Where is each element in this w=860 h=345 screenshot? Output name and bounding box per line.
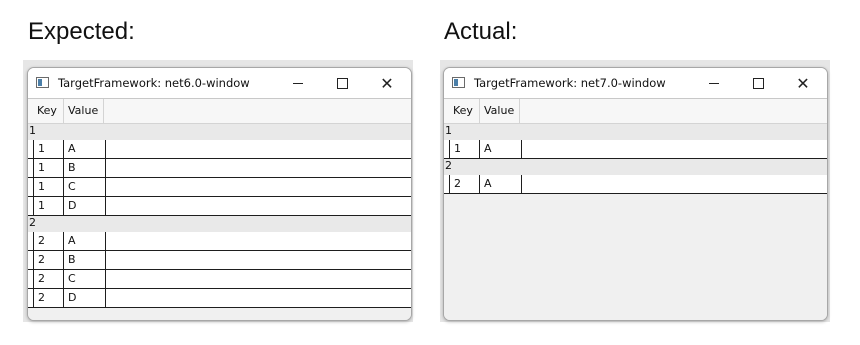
table-row[interactable]: 2C xyxy=(28,270,411,289)
key-cell: 1 xyxy=(449,140,480,158)
close-icon: ✕ xyxy=(796,73,810,93)
value-cell: D xyxy=(64,197,106,215)
value-cell: A xyxy=(64,140,106,158)
value-cell: A xyxy=(64,232,106,250)
key-cell: 1 xyxy=(33,197,64,215)
app-window-icon xyxy=(36,77,49,88)
minimize-button[interactable] xyxy=(692,68,736,98)
value-cell: C xyxy=(64,270,106,288)
actual-heading: Actual: xyxy=(444,18,518,45)
table-row[interactable]: 1D xyxy=(28,197,411,216)
client-area: Key Value 1 1 A 2 2 A xyxy=(444,99,827,320)
key-cell: 2 xyxy=(33,289,64,307)
maximize-button[interactable] xyxy=(736,68,780,98)
group-header[interactable]: 1 xyxy=(444,124,827,140)
column-header-key[interactable]: Key xyxy=(33,99,64,123)
actual-window: TargetFramework: net7.0-window ✕ Key Valu… xyxy=(443,67,828,321)
maximize-icon xyxy=(336,77,348,89)
column-header-key[interactable]: Key xyxy=(449,99,480,123)
close-button[interactable]: ✕ xyxy=(781,68,825,98)
key-cell: 1 xyxy=(33,140,64,158)
table-row[interactable]: 1B xyxy=(28,159,411,178)
group-header[interactable]: 1 xyxy=(28,124,411,140)
value-cell: A xyxy=(480,140,522,158)
table-row[interactable]: 1A xyxy=(28,140,411,159)
key-cell: 1 xyxy=(33,159,64,177)
table-row[interactable]: 2A xyxy=(444,175,827,194)
title-bar[interactable]: TargetFramework: net6.0-window ✕ xyxy=(28,68,411,99)
window-title: TargetFramework: net7.0-window xyxy=(474,76,666,90)
value-cell: A xyxy=(480,175,522,193)
column-header-value[interactable]: Value xyxy=(480,99,520,123)
minimize-icon xyxy=(709,82,719,84)
app-window-icon xyxy=(452,77,465,88)
expected-heading: Expected: xyxy=(28,18,135,45)
grid-header: Key Value xyxy=(28,99,411,124)
group-header[interactable]: 2 xyxy=(28,216,411,232)
table-row[interactable]: 1C xyxy=(28,178,411,197)
expected-window: TargetFramework: net6.0-window ✕ Key Valu… xyxy=(27,67,412,321)
value-cell: B xyxy=(64,159,106,177)
key-cell: 2 xyxy=(449,175,480,193)
minimize-button[interactable] xyxy=(276,68,320,98)
column-header-value[interactable]: Value xyxy=(64,99,104,123)
maximize-icon xyxy=(752,77,764,89)
value-cell: D xyxy=(64,289,106,307)
key-cell: 2 xyxy=(33,270,64,288)
group-header[interactable]: 2 xyxy=(444,159,827,175)
maximize-button[interactable] xyxy=(320,68,364,98)
value-cell: B xyxy=(64,251,106,269)
value-cell: C xyxy=(64,178,106,196)
close-button[interactable]: ✕ xyxy=(365,68,409,98)
grouped-grid: Key Value 1 1 A 2 2 A xyxy=(444,99,827,320)
key-cell: 2 xyxy=(33,251,64,269)
table-row[interactable]: 1A xyxy=(444,140,827,159)
table-row[interactable]: 2A xyxy=(28,232,411,251)
key-cell: 2 xyxy=(33,232,64,250)
table-row[interactable]: 2B xyxy=(28,251,411,270)
minimize-icon xyxy=(293,82,303,84)
close-icon: ✕ xyxy=(380,73,394,93)
grid-header: Key Value xyxy=(444,99,827,124)
table-row[interactable]: 2D xyxy=(28,289,411,308)
client-area: Key Value 1 1 A 1 B 1 C 1 D 2 2 A 2 B 2 C 2 D xyxy=(28,99,411,320)
title-bar[interactable]: TargetFramework: net7.0-window ✕ xyxy=(444,68,827,99)
key-cell: 1 xyxy=(33,178,64,196)
grouped-grid: Key Value 1 1 A 1 B 1 C 1 D 2 2 A 2 B 2 C 2 D xyxy=(28,99,411,320)
window-title: TargetFramework: net6.0-window xyxy=(58,76,250,90)
